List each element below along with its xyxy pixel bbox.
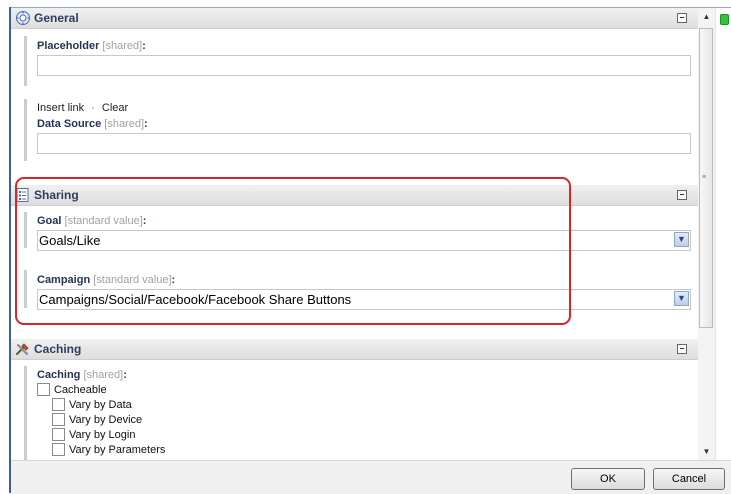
- scroll-up-icon[interactable]: ▲: [698, 8, 715, 25]
- cacheable-checkbox-row[interactable]: Cacheable: [37, 382, 107, 397]
- vary-by-login-checkbox-row[interactable]: Vary by Login: [52, 427, 136, 442]
- section-header-sharing[interactable]: Sharing: [11, 185, 698, 206]
- vary-by-data-checkbox[interactable]: [52, 397, 65, 411]
- placeholder-input[interactable]: [37, 55, 691, 76]
- field-marker-data-source: [24, 99, 27, 161]
- field-marker-caching: [24, 366, 27, 460]
- chevron-down-icon[interactable]: ▼: [674, 291, 689, 306]
- cacheable-checkbox[interactable]: [37, 382, 50, 396]
- ok-button[interactable]: OK: [571, 468, 645, 490]
- vary-by-parameters-checkbox-row[interactable]: Vary by Parameters: [52, 442, 166, 457]
- section-title-sharing: Sharing: [34, 188, 79, 202]
- vary-by-data-label: Vary by Data: [69, 399, 132, 411]
- dialog-footer: OK Cancel: [11, 460, 731, 494]
- grip-icon: ≡: [702, 174, 707, 181]
- tools-icon: [15, 341, 31, 357]
- vary-by-device-checkbox-row[interactable]: Vary by Device: [52, 412, 143, 427]
- list-document-icon: [15, 187, 31, 203]
- field-marker-campaign: [24, 270, 27, 308]
- section-header-general[interactable]: General: [11, 8, 698, 29]
- data-source-input[interactable]: [37, 133, 691, 154]
- cancel-button[interactable]: Cancel: [653, 468, 725, 490]
- field-marker-placeholder: [24, 36, 27, 86]
- vary-by-login-checkbox[interactable]: [52, 427, 65, 441]
- link-row: Insert link · Clear: [37, 102, 128, 114]
- vertical-scrollbar[interactable]: ▲ ≡ ▼: [698, 8, 715, 460]
- vary-by-device-checkbox[interactable]: [52, 412, 65, 426]
- campaign-select-value: Campaigns/Social/Facebook/Facebook Share…: [39, 292, 352, 307]
- editor-content: General Placeholder [shared]: Insert lin…: [11, 8, 698, 460]
- goal-select-value: Goals/Like: [39, 233, 101, 248]
- gear-globe-icon: [15, 10, 31, 26]
- clear-link[interactable]: Clear: [102, 102, 128, 114]
- chevron-down-icon[interactable]: ▼: [674, 232, 689, 247]
- goal-label: Goal [standard value]:: [37, 215, 147, 227]
- insert-link[interactable]: Insert link: [37, 102, 84, 114]
- link-separator: ·: [91, 102, 95, 114]
- section-title-caching: Caching: [34, 342, 82, 356]
- section-title-general: General: [34, 11, 79, 25]
- placeholder-label: Placeholder [shared]:: [37, 40, 146, 52]
- campaign-select[interactable]: Campaigns/Social/Facebook/Facebook Share…: [37, 289, 691, 310]
- field-marker-goal: [24, 212, 27, 248]
- goal-select[interactable]: Goals/Like ▼: [37, 230, 691, 251]
- collapse-caching-button[interactable]: [677, 344, 687, 354]
- vary-by-data-checkbox-row[interactable]: Vary by Data: [52, 397, 132, 412]
- caching-label: Caching [shared]:: [37, 369, 127, 381]
- campaign-label: Campaign [standard value]:: [37, 274, 176, 286]
- data-source-label: Data Source [shared]:: [37, 118, 148, 130]
- collapse-general-button[interactable]: [677, 13, 687, 23]
- cacheable-label: Cacheable: [54, 384, 107, 396]
- section-header-caching[interactable]: Caching: [11, 339, 698, 360]
- vary-by-device-label: Vary by Device: [69, 414, 143, 426]
- scroll-down-icon[interactable]: ▼: [698, 443, 715, 460]
- vary-by-parameters-label: Vary by Parameters: [69, 444, 166, 456]
- status-strip: [715, 8, 731, 460]
- vary-by-parameters-checkbox[interactable]: [52, 442, 65, 456]
- status-ok-icon: [720, 14, 729, 25]
- collapse-sharing-button[interactable]: [677, 190, 687, 200]
- vary-by-login-label: Vary by Login: [69, 429, 136, 441]
